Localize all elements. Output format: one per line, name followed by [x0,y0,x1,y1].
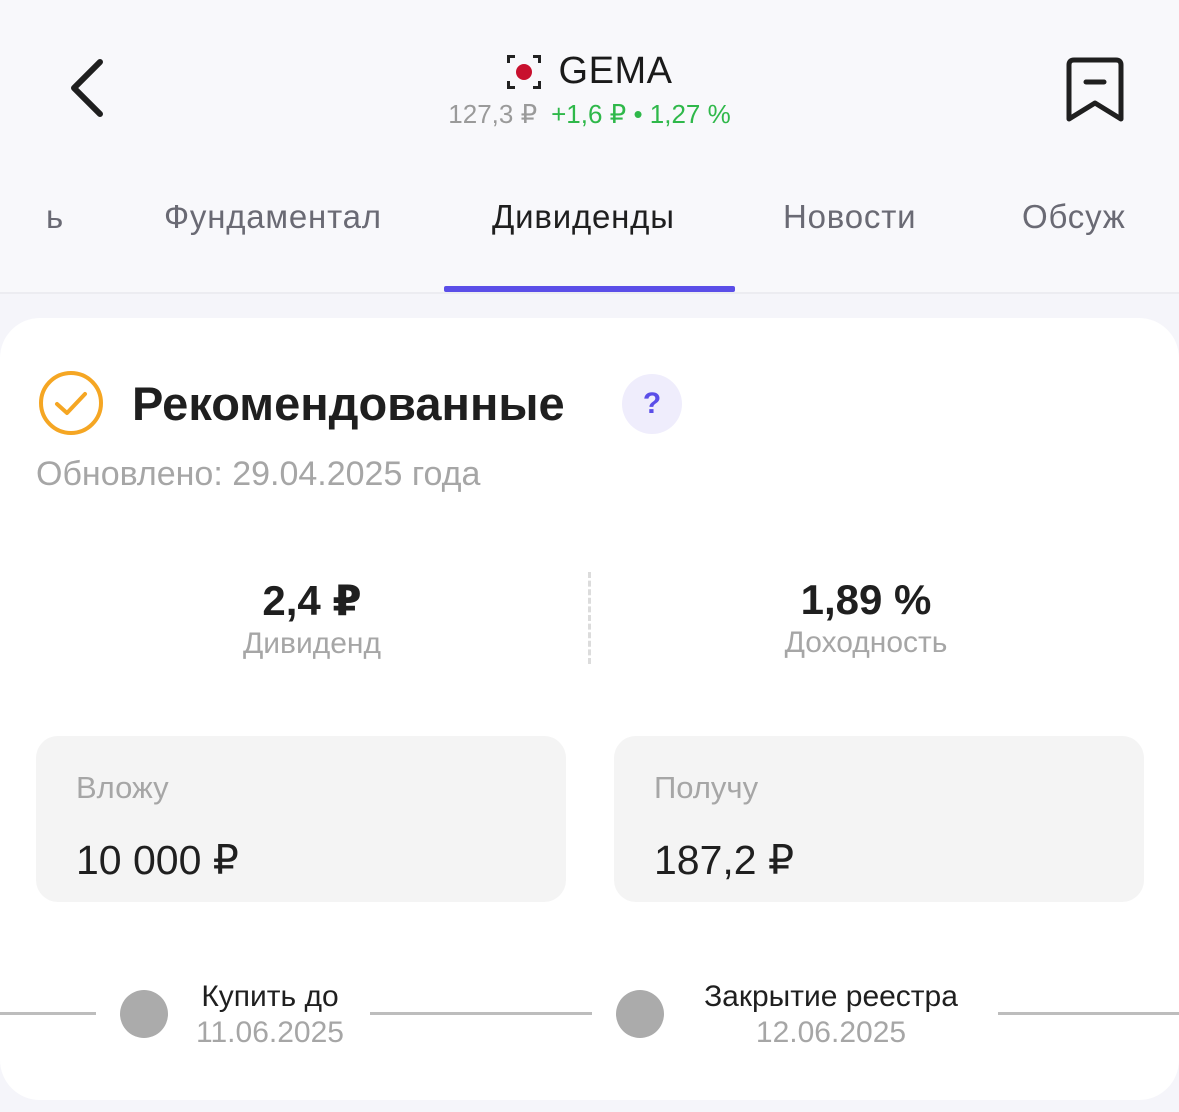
japan-flag-icon [506,54,541,89]
invest-input[interactable]: Вложу 10 000 ₽ [36,736,566,902]
price-change: +1,6 ₽ • 1,27 % [551,99,731,129]
timeline-registry-title: Закрытие реестра [704,980,958,1013]
yield-label: Доходность [784,626,948,659]
current-price: 127,3 ₽ [448,99,538,129]
timeline-registry-date: 12.06.2025 [755,1016,907,1049]
bookmark-minus-icon [1066,57,1124,122]
timeline-line [0,1012,96,1015]
divider [0,292,1179,294]
updated-date: Обновлено: 29.04.2025 года [36,455,481,493]
watchlist-button[interactable] [1062,54,1128,126]
dividend-label: Дивиденд [242,627,382,660]
receive-label: Получу [654,770,759,805]
timeline-buy-date: 11.06.2025 [196,1016,344,1049]
timeline-dot-registry [616,990,664,1038]
tab-discussion[interactable]: Обсуж [1022,198,1132,236]
receive-output: Получу 187,2 ₽ [614,736,1144,902]
dividend-card [0,318,1179,1100]
ticker-header: GEMA 127,3 ₽ +1,6 ₽ • 1,27 % [0,50,1179,130]
tab-dividends[interactable]: Дивиденды [492,198,675,236]
dividend-value: 2,4 ₽ [262,577,362,624]
section-title: Рекомендованные [132,377,565,430]
timeline-registry-close: Закрытие реестра 12.06.2025 [684,980,978,1050]
tab-fundamental[interactable]: Фундаментал [164,198,382,236]
timeline-dot-buy [120,990,168,1038]
tab-news[interactable]: Новости [783,198,916,236]
yield-value: 1,89 % [800,576,932,623]
timeline-buy-title: Купить до [201,980,339,1013]
receive-value: 187,2 ₽ [654,837,795,883]
dividend-stat: 2,4 ₽ Дивиденд [32,576,592,661]
tab-prev[interactable]: ь [46,198,64,236]
help-button[interactable]: ? [622,374,682,434]
timeline-buy-before: Купить до 11.06.2025 [182,980,358,1050]
invest-value: 10 000 ₽ [76,837,239,883]
invest-label: Вложу [76,770,169,805]
timeline-line [370,1012,592,1015]
check-circle-icon [39,371,103,435]
ticker-symbol: GEMA [558,50,673,92]
tab-bar: ь Фундаментал Дивиденды Новости Обсуж [0,180,1179,260]
timeline-line [998,1012,1179,1015]
yield-stat: 1,89 % Доходность [586,576,1146,660]
